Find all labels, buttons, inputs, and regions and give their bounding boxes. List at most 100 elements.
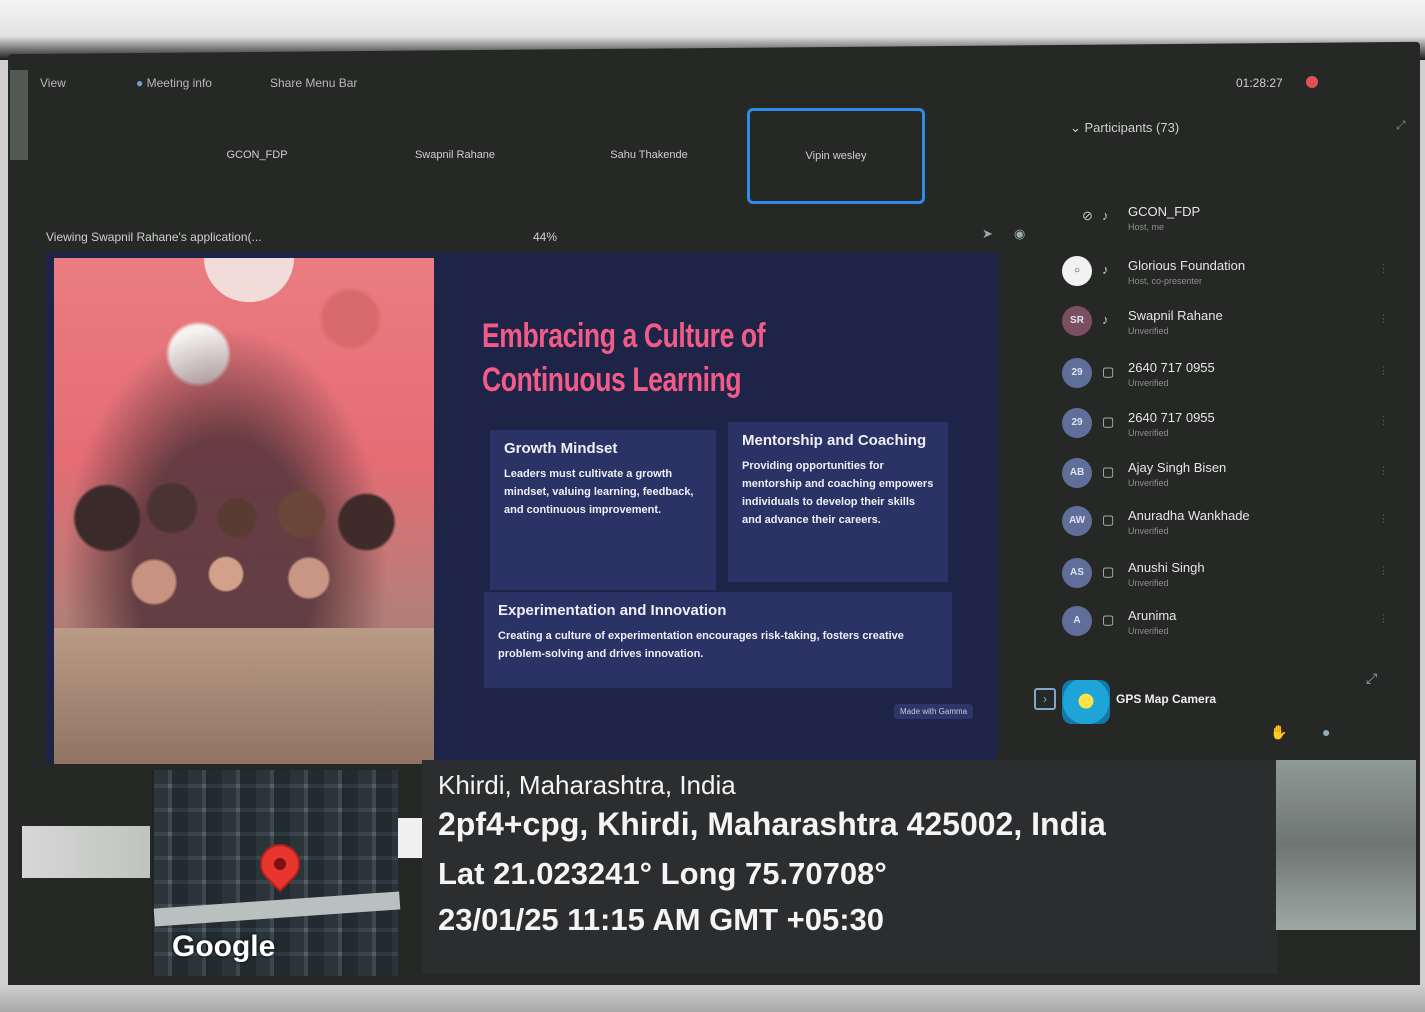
- card-mentorship: Mentorship and Coaching Providing opport…: [728, 422, 948, 582]
- more-icon[interactable]: ⋮: [1378, 464, 1389, 477]
- avatar: A: [1062, 606, 1092, 636]
- card-body: Creating a culture of experimentation en…: [498, 630, 904, 660]
- participants-header[interactable]: ⌄ Participants (73): [1070, 120, 1179, 136]
- avatar: ○: [1062, 256, 1092, 286]
- avatar: AW: [1062, 506, 1092, 536]
- participant-row[interactable]: ⊘ ♪ GCON_FDP Host, me: [1052, 200, 1392, 242]
- raise-hand-icon[interactable]: ✋: [1270, 724, 1287, 741]
- view-menu[interactable]: View: [40, 76, 66, 90]
- more-icon[interactable]: ⋮: [1378, 262, 1389, 275]
- participant-name: GCON_FDP: [1128, 204, 1201, 219]
- participant-row[interactable]: A ▢ Arunima Unverified ⋮: [1052, 604, 1392, 646]
- slide-title-line-2: Continuous Learning: [482, 361, 742, 399]
- participant-name: 2640 717 0955: [1128, 410, 1215, 425]
- card-growth-mindset: Growth Mindset Leaders must cultivate a …: [490, 430, 716, 590]
- avatar: AS: [1062, 558, 1092, 588]
- avatar: 29: [1062, 408, 1092, 438]
- eye-icon[interactable]: ◉: [1014, 226, 1032, 244]
- info-icon: ●: [136, 76, 144, 90]
- participant-status: Host, me: [1128, 222, 1165, 232]
- participant-name: Ajay Singh Bisen: [1128, 460, 1227, 475]
- participant-row[interactable]: SR ♪ Swapnil Rahane Unverified ⋮: [1052, 304, 1392, 346]
- slide-photo: [54, 258, 434, 764]
- gps-camera-logo-icon: [1062, 680, 1110, 724]
- desk-surface: [0, 985, 1425, 1012]
- mic-icon: ♪: [1102, 312, 1109, 327]
- phone-icon: ▢: [1102, 364, 1115, 379]
- video-tile-gcon-fdp[interactable]: GCON_FDP: [172, 118, 342, 192]
- reflection-glare: [22, 826, 150, 878]
- meeting-timer: 01:28:27: [1236, 76, 1283, 90]
- video-tile-vipin-wesley[interactable]: Vipin wesley: [747, 108, 925, 204]
- avatar: AB: [1062, 458, 1092, 488]
- table-shape: [54, 628, 434, 764]
- participant-name: 2640 717 0955: [1128, 360, 1215, 375]
- popout-icon[interactable]: ⤢: [1366, 670, 1377, 687]
- viewing-label[interactable]: Viewing Swapnil Rahane's application(...: [46, 230, 262, 244]
- participant-status: Unverified: [1128, 526, 1169, 536]
- left-window-edge: [10, 70, 28, 160]
- participant-row[interactable]: AB ▢ Ajay Singh Bisen Unverified ⋮: [1052, 456, 1392, 498]
- card-body: Providing opportunities for mentorship a…: [742, 460, 934, 526]
- participant-status: Unverified: [1128, 478, 1169, 488]
- phone-icon: ▢: [1102, 564, 1115, 579]
- map-pin-icon: [251, 835, 309, 893]
- participant-status: Unverified: [1128, 428, 1169, 438]
- more-icon[interactable]: ⋮: [1378, 512, 1389, 525]
- mic-icon: ♪: [1102, 262, 1109, 277]
- participant-row[interactable]: 29 ▢ 2640 717 0955 Unverified ⋮: [1052, 356, 1392, 398]
- participant-row[interactable]: 29 ▢ 2640 717 0955 Unverified ⋮: [1052, 406, 1392, 448]
- meeting-info-button[interactable]: ● Meeting info: [136, 76, 212, 90]
- participant-status: Unverified: [1128, 626, 1169, 636]
- participant-status: Host, co-presenter: [1128, 276, 1203, 286]
- card-body: Leaders must cultivate a growth mindset,…: [504, 468, 694, 516]
- gps-map-thumbnail: Google: [152, 770, 401, 976]
- expand-icon[interactable]: ›: [1034, 688, 1056, 710]
- overlay-gap: [398, 818, 424, 858]
- participant-status: Unverified: [1128, 378, 1169, 388]
- participant-name: Arunima: [1128, 608, 1177, 623]
- video-off-icon: ⊘: [1082, 208, 1093, 223]
- participant-row[interactable]: AS ▢ Anushi Singh Unverified ⋮: [1052, 556, 1392, 598]
- participant-name: Swapnil Rahane: [1128, 308, 1223, 323]
- gps-app-name: GPS Map Camera: [1116, 692, 1217, 706]
- gps-app-label: › GPS Map Camera: [1034, 680, 1364, 724]
- phone-icon: ▢: [1102, 512, 1115, 527]
- participants-count: Participants (73): [1084, 120, 1180, 135]
- more-icon[interactable]: ⋮: [1378, 612, 1389, 625]
- zoom-level[interactable]: 44%: [533, 230, 557, 244]
- chevron-down-icon: ⌄: [1070, 120, 1085, 135]
- gps-address: 2pf4+cpg, Khirdi, Maharashtra 425002, In…: [438, 806, 1106, 842]
- share-menu-button[interactable]: Share Menu Bar: [270, 76, 357, 90]
- lamp-shape: [204, 258, 294, 302]
- card-heading: Mentorship and Coaching: [742, 432, 927, 449]
- video-tile-swapnil-rahane[interactable]: Swapnil Rahane: [370, 118, 540, 192]
- shared-slide: Embracing a Culture of Continuous Learni…: [46, 252, 998, 764]
- more-icon[interactable]: ⋮: [1378, 364, 1389, 377]
- slide-title-line-1: Embracing a Culture of: [482, 317, 766, 355]
- meeting-info-label: Meeting info: [146, 76, 212, 90]
- participant-status: Unverified: [1128, 326, 1169, 336]
- video-tile-sahu-thakende[interactable]: Sahu Thakende: [564, 118, 734, 192]
- chat-icon[interactable]: ●: [1322, 724, 1330, 740]
- gps-location-title: Khirdi, Maharashtra, India: [438, 770, 736, 800]
- card-experimentation: Experimentation and Innovation Creating …: [484, 592, 952, 688]
- google-logo: Google: [172, 930, 276, 963]
- phone-icon: ▢: [1102, 414, 1115, 429]
- popout-icon[interactable]: ⤢: [1396, 118, 1406, 133]
- more-icon[interactable]: ⋮: [1378, 564, 1389, 577]
- map-road: [153, 891, 401, 927]
- gps-timestamp: 23/01/25 11:15 AM GMT +05:30: [438, 902, 885, 937]
- card-heading: Experimentation and Innovation: [498, 602, 727, 619]
- more-icon[interactable]: ⋮: [1378, 414, 1389, 427]
- more-icon[interactable]: ⋮: [1378, 312, 1389, 325]
- avatar: SR: [1062, 306, 1092, 336]
- slide-title: Embracing a Culture of Continuous Learni…: [482, 314, 778, 402]
- participant-row[interactable]: AW ▢ Anuradha Wankhade Unverified ⋮: [1052, 504, 1392, 546]
- mic-icon: ♪: [1102, 208, 1109, 223]
- gps-info-box: Khirdi, Maharashtra, India 2pf4+cpg, Khi…: [422, 760, 1277, 974]
- participant-row[interactable]: ○ ♪ Glorious Foundation Host, co-present…: [1052, 254, 1392, 296]
- phone-icon: ▢: [1102, 464, 1115, 479]
- made-with-badge[interactable]: Made with Gamma: [894, 704, 974, 719]
- pointer-icon[interactable]: ➤: [982, 226, 1000, 244]
